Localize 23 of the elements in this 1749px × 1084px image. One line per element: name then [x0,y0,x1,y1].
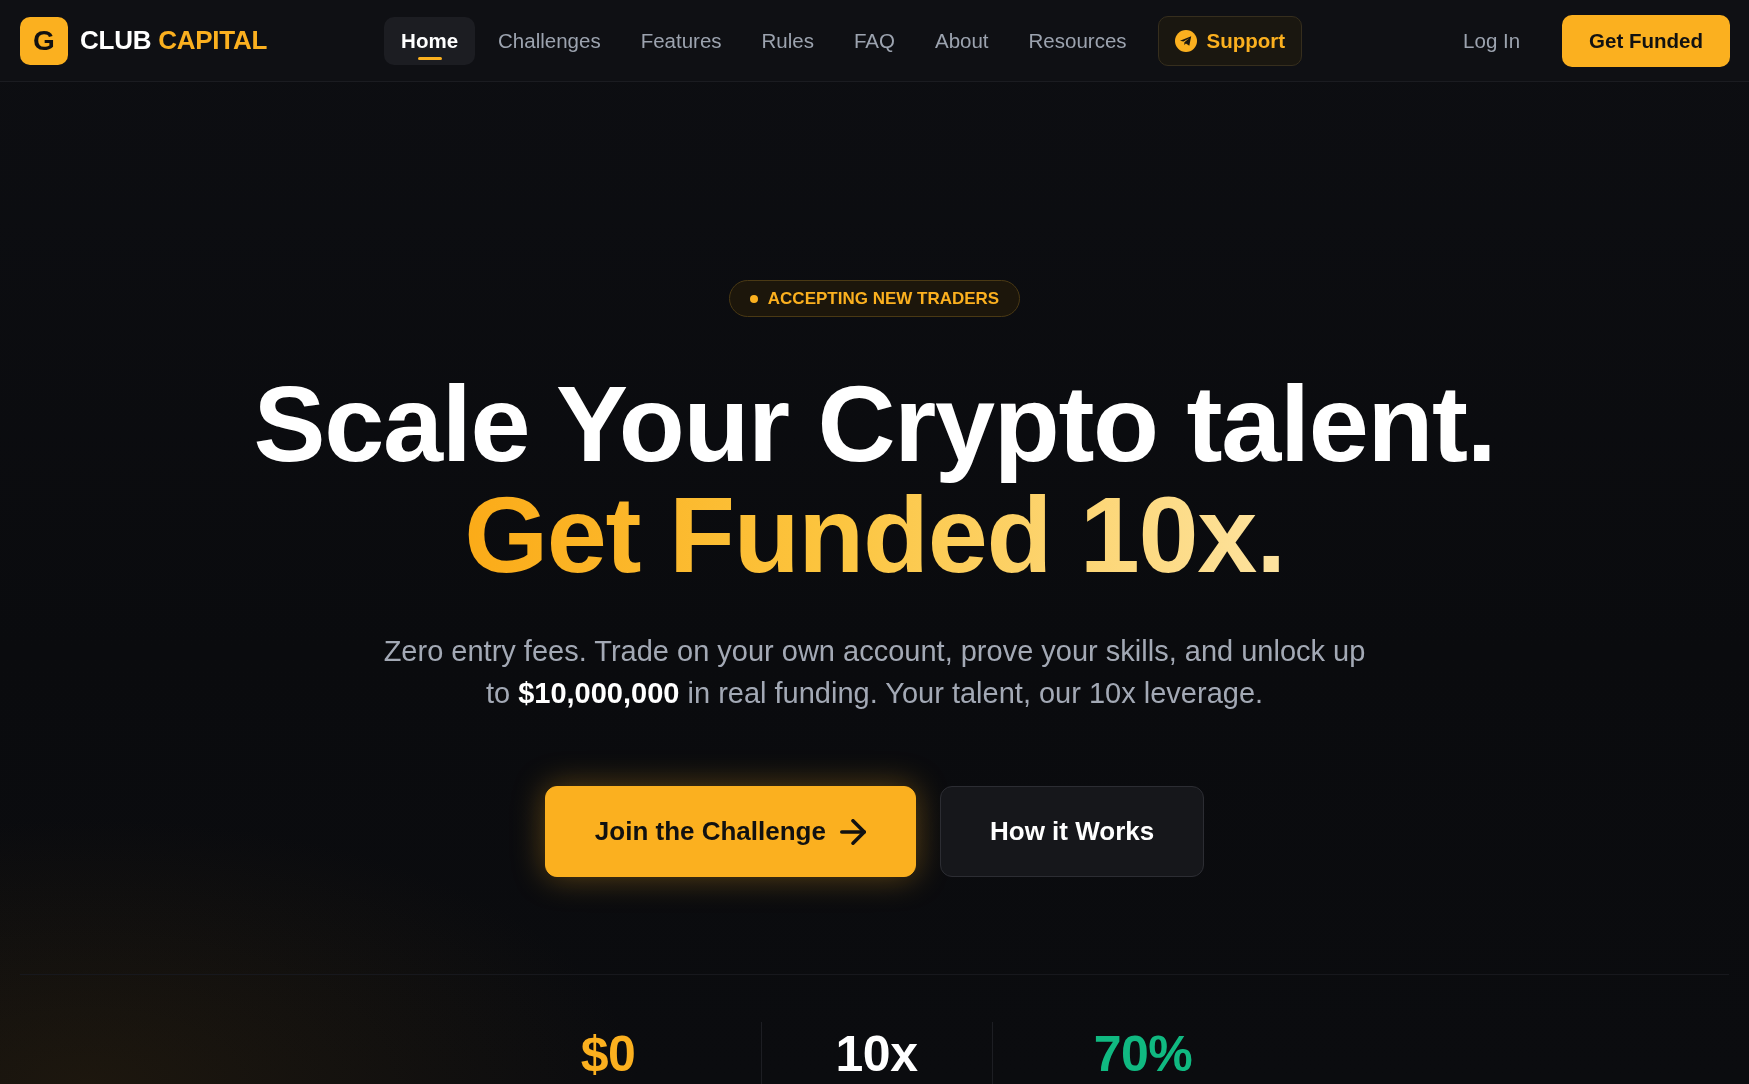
nav-link[interactable]: FAQ [836,16,912,65]
nav-link[interactable]: Resources [1011,16,1144,65]
paper-plane-icon [1174,29,1197,52]
arrow-right-icon [839,818,866,845]
stat-value: 70% [1093,1029,1193,1079]
nav-link[interactable]: Home [384,16,476,65]
nav-link[interactable]: About [918,16,1006,65]
brand-name-accent: CAPITAL [158,25,268,56]
how-it-works-button[interactable]: How it Works [939,786,1205,877]
stat-value: 10x [835,1029,918,1079]
hero-subtitle: Zero entry fees. Trade on your own account, prove your skills, and unlock up to $10,000,000 in real funding. Your talent, our 10x leverage. [382,634,1367,711]
support-button[interactable]: Support [1157,15,1303,66]
get-funded-button[interactable]: Get Funded [1562,14,1730,67]
dot-icon [749,294,758,303]
nav-link[interactable]: Features [623,16,739,65]
login-link[interactable]: Log In [1445,28,1539,53]
nav-link[interactable]: Rules [744,16,831,65]
nav-link[interactable]: Challenges [481,16,618,65]
logo-mark[interactable]: G [20,16,68,65]
badge-text: ACCEPTING NEW TRADERS [767,288,1000,309]
join-challenge-button[interactable]: Join the Challenge [544,786,916,877]
stat-value: $0 [580,1029,636,1079]
brand-name: CLUB [80,25,152,56]
